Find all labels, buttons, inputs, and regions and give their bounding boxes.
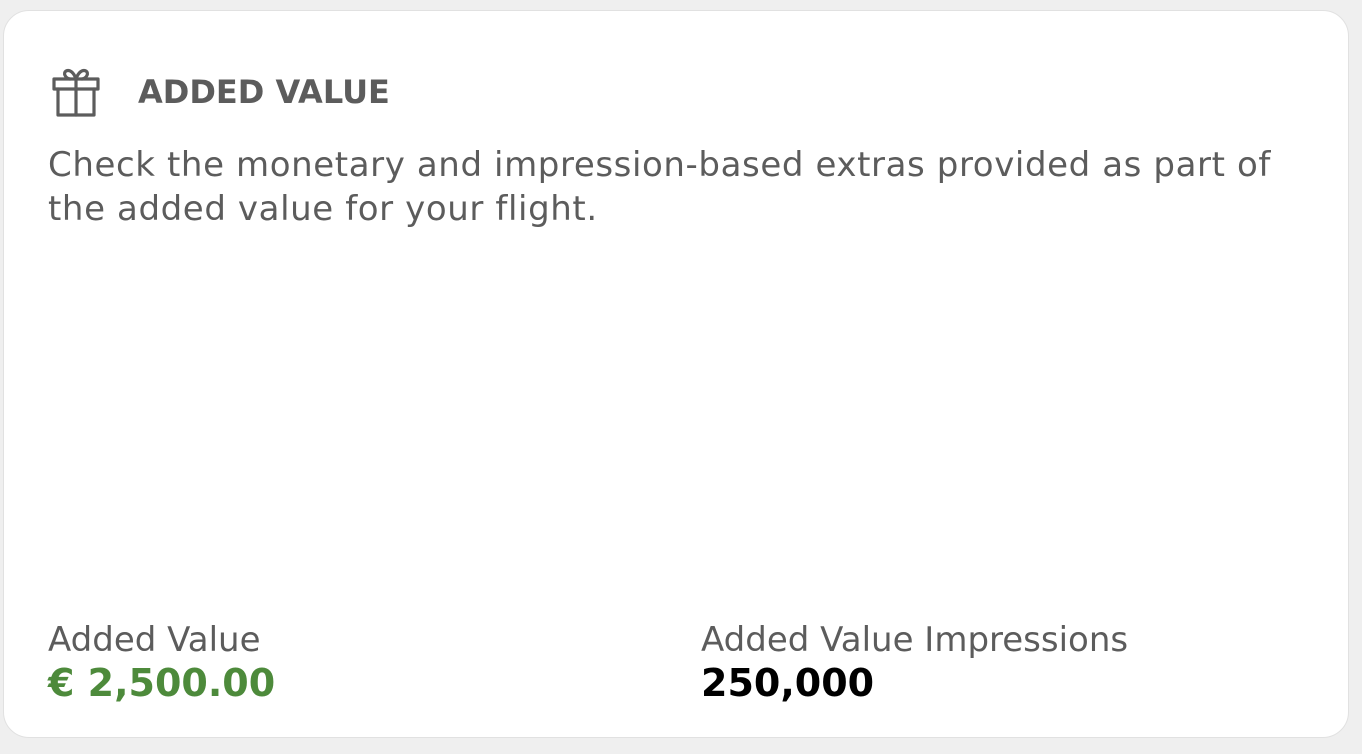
added-value-impressions-metric: Added Value Impressions 250,000 [701,621,1128,707]
added-value-impressions-label: Added Value Impressions [701,620,1129,660]
added-value-label: Added Value [48,620,261,660]
card-title: ADDED VALUE [138,73,390,111]
added-value-impressions-count: 250,000 [701,661,875,705]
gift-icon [48,63,104,119]
added-value-card: ADDED VALUE Check the monetary and impre… [3,10,1349,738]
added-value-metric: Added Value € 2,500.00 [48,621,275,707]
added-value-amount: € 2,500.00 [48,661,276,705]
card-description: Check the monetary and impression-based … [48,145,1271,229]
